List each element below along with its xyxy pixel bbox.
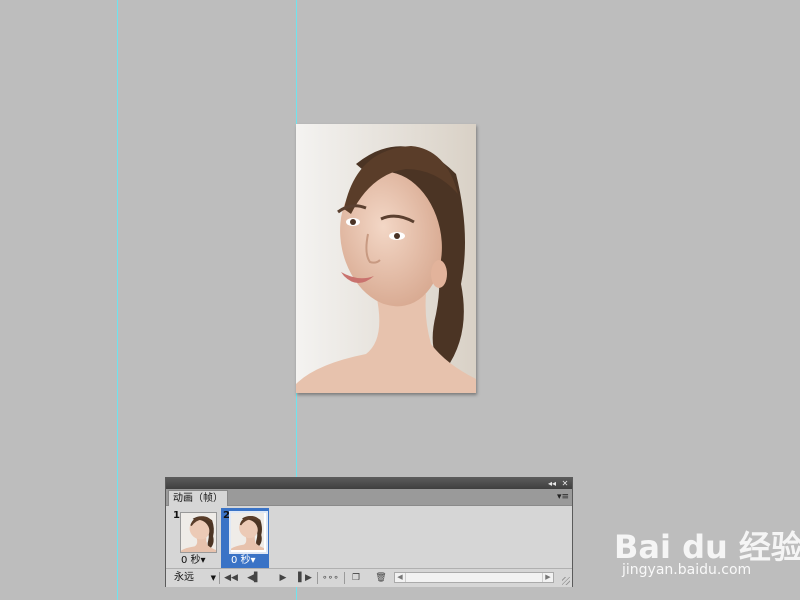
- play-icon[interactable]: ▶: [275, 572, 291, 584]
- divider: [219, 572, 220, 584]
- panel-titlebar[interactable]: ◂◂ ✕: [166, 478, 572, 489]
- frame-number: 1: [173, 510, 180, 521]
- panel-tab-strip: 动画（帧） ▾≡: [166, 489, 572, 506]
- frame-thumbnail: [229, 511, 268, 554]
- chevron-down-icon: ▼: [210, 574, 216, 582]
- watermark-url: jingyan.baidu.com: [622, 562, 752, 578]
- first-frame-icon[interactable]: ◀◀: [223, 572, 239, 584]
- animation-controls-bar: 永远 ▼ ◀◀ ◀▌ ▶ ▌▶ ∘∘∘ ❐ 🗑 ◀ ▶: [166, 568, 572, 587]
- divider: [317, 572, 318, 584]
- frame-thumbnail: [180, 512, 217, 553]
- next-frame-icon[interactable]: ▌▶: [297, 572, 313, 584]
- frame-delay-dropdown[interactable]: 0 秒▾: [231, 555, 256, 567]
- frames-horizontal-scrollbar[interactable]: ◀ ▶: [394, 572, 554, 583]
- document-photo: [296, 124, 476, 393]
- panel-menu-icon[interactable]: ▾≡: [557, 491, 569, 503]
- baidu-jingyan-watermark: Bai du 经验 jingyan.baidu.com: [612, 510, 800, 590]
- loop-options-select[interactable]: 永远 ▼: [168, 571, 216, 585]
- loop-option-label: 永远: [174, 572, 194, 583]
- tab-animation-frames[interactable]: 动画（帧）: [168, 490, 228, 506]
- trash-icon[interactable]: 🗑: [373, 572, 389, 584]
- resize-grip-icon[interactable]: [562, 577, 570, 585]
- double-chevron-left-icon[interactable]: ◂◂: [546, 478, 558, 489]
- frame-delay-dropdown[interactable]: 0 秒▾: [181, 555, 206, 567]
- close-icon[interactable]: ✕: [560, 478, 570, 489]
- divider: [344, 572, 345, 584]
- animation-frame-2-selected[interactable]: 2 0 秒▾: [221, 508, 269, 568]
- animation-frame-1[interactable]: 1 0 秒▾: [171, 508, 219, 568]
- tween-icon[interactable]: ∘∘∘: [322, 572, 339, 584]
- scroll-right-icon[interactable]: ▶: [542, 573, 553, 582]
- animation-panel: ◂◂ ✕ 动画（帧） ▾≡ 1 0 秒▾ 2 0 秒▾ 永远 ▼ ◀◀ ◀▌ ▶…: [165, 477, 573, 587]
- scroll-left-icon[interactable]: ◀: [395, 573, 406, 582]
- previous-frame-icon[interactable]: ◀▌: [246, 572, 262, 584]
- vertical-guide-left[interactable]: [117, 0, 118, 600]
- new-frame-icon[interactable]: ❐: [348, 572, 364, 584]
